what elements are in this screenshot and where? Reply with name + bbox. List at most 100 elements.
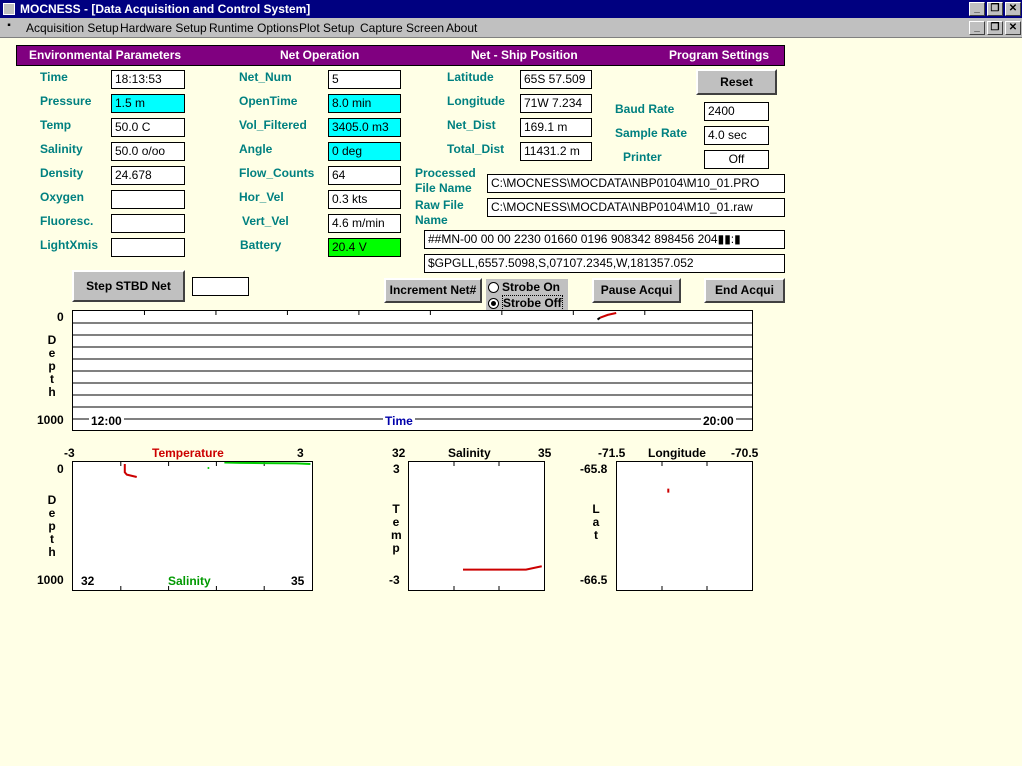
time-field: 18:13:53 xyxy=(111,70,185,89)
raw-file-label-2: Name xyxy=(415,213,448,227)
ts-curve-line xyxy=(463,565,542,571)
latlon-plot-y-bottom: -66.5 xyxy=(580,573,608,587)
baud-rate-field[interactable]: 2400 xyxy=(704,102,769,121)
printer-label: Printer xyxy=(623,150,662,164)
menu-runtime-options[interactable]: Runtime Options xyxy=(209,21,298,35)
net-dist-field: 169.1 m xyxy=(520,118,592,137)
header-program-settings: Program Settings xyxy=(669,48,770,62)
opentime-label: OpenTime xyxy=(239,94,298,108)
flow-counts-field: 64 xyxy=(328,166,401,185)
minimize-button[interactable]: _ xyxy=(969,2,985,16)
raw-file-label-1: Raw File xyxy=(415,198,464,212)
ylabel-letter: t xyxy=(594,528,598,542)
doc-close-button[interactable]: ✕ xyxy=(1005,21,1021,35)
time-label: Time xyxy=(40,70,68,84)
sample-rate-field[interactable]: 4.0 sec xyxy=(704,126,769,145)
temperature-series-line xyxy=(123,464,137,478)
tsal-plot-title: Salinity xyxy=(448,446,491,460)
ts-plot-ylabel: D e p t h xyxy=(47,494,57,559)
ts-plot-title: Temperature xyxy=(152,446,224,460)
temp-salinity-svg xyxy=(453,462,542,590)
flow-counts-label: Flow_Counts xyxy=(239,166,315,180)
header-net-operation: Net Operation xyxy=(280,48,360,62)
tsal-plot-y-bottom: -3 xyxy=(389,573,400,587)
menu-hardware-setup[interactable]: Hardware Setup xyxy=(120,21,207,35)
menu-about[interactable]: About xyxy=(446,21,477,35)
longitude-field: 71W 7.234 xyxy=(520,94,592,113)
doc-icon: ▪ xyxy=(2,20,16,34)
baud-rate-label: Baud Rate xyxy=(615,102,675,116)
vert-vel-field: 4.6 m/min xyxy=(328,214,401,233)
oxygen-label: Oxygen xyxy=(40,190,85,204)
pause-acqui-button[interactable]: Pause Acqui xyxy=(592,278,681,303)
data-stream-line: ##MN-00 00 00 2230 01660 0196 908342 898… xyxy=(424,230,785,249)
ylabel-letter: h xyxy=(48,385,56,399)
fluoresc-label: Fluoresc. xyxy=(40,214,94,228)
net-num-label: Net_Num xyxy=(239,70,292,84)
strobe-off-label: Strobe Off xyxy=(502,295,563,311)
menu-plot-setup[interactable]: Plot Setup xyxy=(299,21,354,35)
depth-time-plot-svg xyxy=(73,311,752,420)
angle-field: 0 deg xyxy=(328,142,401,161)
net-num-field: 5 xyxy=(328,70,401,89)
depth-plot-y-top: 0 xyxy=(57,310,64,324)
doc-minimize-button[interactable]: _ xyxy=(969,21,985,35)
longitude-label: Longitude xyxy=(447,94,505,108)
menu-acquisition-setup[interactable]: Acquisition Setup xyxy=(26,21,119,35)
reset-button[interactable]: Reset xyxy=(696,69,777,95)
ylabel-letter: h xyxy=(48,545,56,559)
depth-time-plot: 12:00 Time 20:00 xyxy=(72,310,753,431)
fluoresc-field xyxy=(111,214,185,233)
restore-button[interactable]: ❐ xyxy=(987,2,1003,16)
temp-field: 50.0 C xyxy=(111,118,185,137)
latlon-plot-x-right: -70.5 xyxy=(731,446,759,460)
tsal-plot-x-left: 32 xyxy=(392,446,406,460)
strobe-radio-group: Strobe On Strobe Off xyxy=(486,279,568,311)
angle-label: Angle xyxy=(239,142,273,156)
tsal-plot-x-right: 35 xyxy=(538,446,552,460)
depth-plot-x-start: 12:00 xyxy=(89,414,124,428)
processed-file-field: C:\MOCNESS\MOCDATA\NBP0104\M10_01.PRO xyxy=(487,174,785,193)
strobe-off-radio[interactable]: Strobe Off xyxy=(488,295,563,311)
lat-lon-svg xyxy=(661,462,708,590)
battery-label: Battery xyxy=(240,238,282,252)
lat-lon-plot xyxy=(616,461,753,591)
ylabel-letter: p xyxy=(392,541,400,555)
menu-capture-screen[interactable]: Capture Screen xyxy=(360,21,444,35)
depth-plot-y-bottom: 1000 xyxy=(37,413,64,427)
close-button[interactable]: ✕ xyxy=(1005,2,1021,16)
latitude-field: 65S 57.509 xyxy=(520,70,592,89)
vol-filtered-field: 3405.0 m3 xyxy=(328,118,401,137)
header-net-ship-position: Net - Ship Position xyxy=(471,48,578,62)
menu-bar: ▪ Acquisition Setup Hardware Setup Runti… xyxy=(0,18,1022,38)
depth-plot-x-end: 20:00 xyxy=(701,414,736,428)
increment-net-button[interactable]: Increment Net# xyxy=(384,278,482,303)
end-acqui-button[interactable]: End Acqui xyxy=(704,278,785,303)
doc-restore-button[interactable]: ❐ xyxy=(987,21,1003,35)
total-dist-field: 11431.2 m xyxy=(520,142,592,161)
printer-field[interactable]: Off xyxy=(704,150,769,169)
vert-vel-label: Vert_Vel xyxy=(242,214,289,228)
lightxmis-label: LightXmis xyxy=(40,238,99,252)
latlon-plot-ylabel: L a t xyxy=(591,503,601,542)
pressure-field: 1.5 m xyxy=(111,94,185,113)
net-dist-label: Net_Dist xyxy=(447,118,496,132)
step-stbd-net-button[interactable]: Step STBD Net xyxy=(72,270,185,302)
ts-plot-xlabel: Salinity xyxy=(168,574,211,588)
strobe-on-label: Strobe On xyxy=(502,280,561,294)
battery-field: 20.4 V xyxy=(328,238,401,257)
ts-plot-temp-right: 3 xyxy=(297,446,304,460)
latlon-plot-x-left: -71.5 xyxy=(598,446,626,460)
oxygen-field xyxy=(111,190,185,209)
temp-label: Temp xyxy=(40,118,72,132)
depth-track-line xyxy=(596,316,601,321)
vol-filtered-label: Vol_Filtered xyxy=(239,118,307,132)
salinity-series-line xyxy=(224,462,311,466)
latitude-label: Latitude xyxy=(447,70,494,84)
temp-salinity-depth-plot: 32 Salinity 35 xyxy=(72,461,313,591)
step-stbd-net-field[interactable] xyxy=(192,277,249,296)
pressure-label: Pressure xyxy=(40,94,92,108)
ts-plot-sal-left: 32 xyxy=(81,574,95,588)
strobe-on-radio[interactable]: Strobe On xyxy=(488,280,560,295)
processed-label-1: Processed xyxy=(415,166,476,180)
